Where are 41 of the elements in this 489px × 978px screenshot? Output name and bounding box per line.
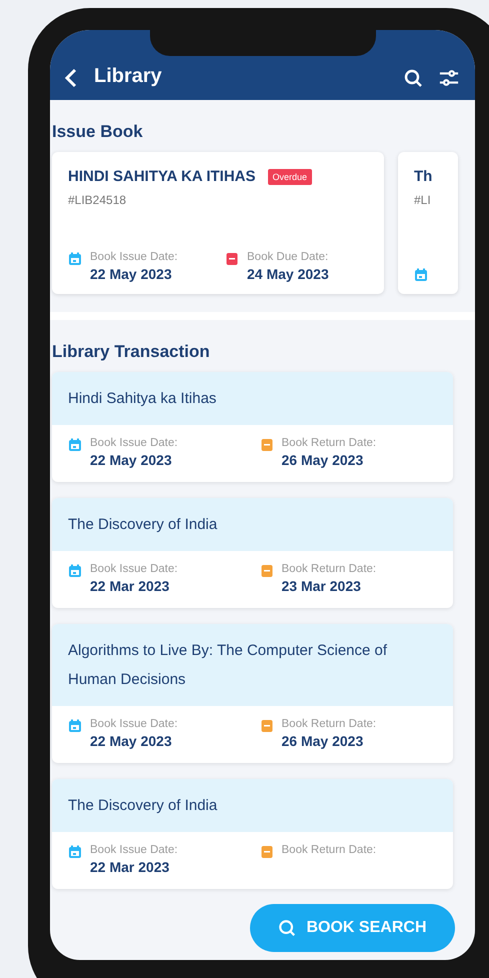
date-label: Book Return Date: <box>282 563 376 575</box>
screen-title: Library <box>94 65 163 88</box>
date-label: Book Issue Date: <box>90 251 178 263</box>
filter-icon[interactable] <box>439 68 459 88</box>
date-value: 22 Mar 2023 <box>90 578 170 594</box>
transaction-card[interactable]: Hindi Sahitya ka Itihas Book Issue Date: 22 May 2023 Book Return Date: 26 May 2023 <box>52 372 453 482</box>
date-label: Book Return Date: <box>282 844 376 856</box>
transaction-card[interactable]: The Discovery of India Book Issue Date: 22 Mar 2023 Book Return Date: 23 Mar 2023 <box>52 498 453 608</box>
section-title: Library Transaction <box>51 341 211 363</box>
date-value: 22 Mar 2023 <box>90 859 170 875</box>
date-value: 26 May 2023 <box>282 733 364 749</box>
book-title: Th <box>414 168 432 185</box>
book-title: The Discovery of India <box>52 779 453 832</box>
book-id: #LIB24518 <box>68 193 128 207</box>
date-label: Book Issue Date: <box>90 844 178 856</box>
date-value: 22 May 2023 <box>90 266 173 282</box>
issued-book-card[interactable]: Th #LI <box>398 152 458 294</box>
book-id: #LI <box>414 193 432 207</box>
date-value: 23 Mar 2023 <box>282 578 362 594</box>
search-icon <box>278 919 296 937</box>
transaction-card[interactable]: The Discovery of India Book Issue Date: 22 Mar 2023 Book Return Date: <box>52 779 453 889</box>
date-label: Book Return Date: <box>282 718 376 730</box>
date-label: Book Issue Date: <box>90 718 178 730</box>
search-icon[interactable] <box>403 68 423 88</box>
date-value: 24 May 2023 <box>247 266 329 282</box>
date-label: Book Issue Date: <box>90 437 178 449</box>
section-title: Issue Book <box>51 121 144 143</box>
issued-book-card[interactable]: HINDI SAHITYA KA ITIHAS Overdue #LIB24518 Book Issue Date: 22 May 2023 Book Due Date: 24 May 2023 <box>52 152 384 294</box>
date-value: 22 May 2023 <box>90 733 173 749</box>
date-value: 22 May 2023 <box>90 452 173 468</box>
overdue-badge: Overdue <box>268 168 312 184</box>
book-title: Algorithms to Live By: The Computer Science of Human Decisions <box>52 624 453 706</box>
date-label: Book Due Date: <box>247 251 329 263</box>
back-icon[interactable] <box>64 68 78 88</box>
book-title: Hindi Sahitya ka Itihas <box>52 372 453 425</box>
book-title: The Discovery of India <box>52 498 453 551</box>
transaction-card[interactable]: Algorithms to Live By: The Computer Science of Human Decisions Book Issue Date: 22 May 2023 Book Return Date: 26 May 2023 <box>52 624 453 763</box>
date-label: Book Issue Date: <box>90 563 178 575</box>
date-value: 26 May 2023 <box>282 452 364 468</box>
book-title: HINDI SAHITYA KA ITIHAS <box>68 168 256 185</box>
date-label: Book Return Date: <box>282 437 376 449</box>
